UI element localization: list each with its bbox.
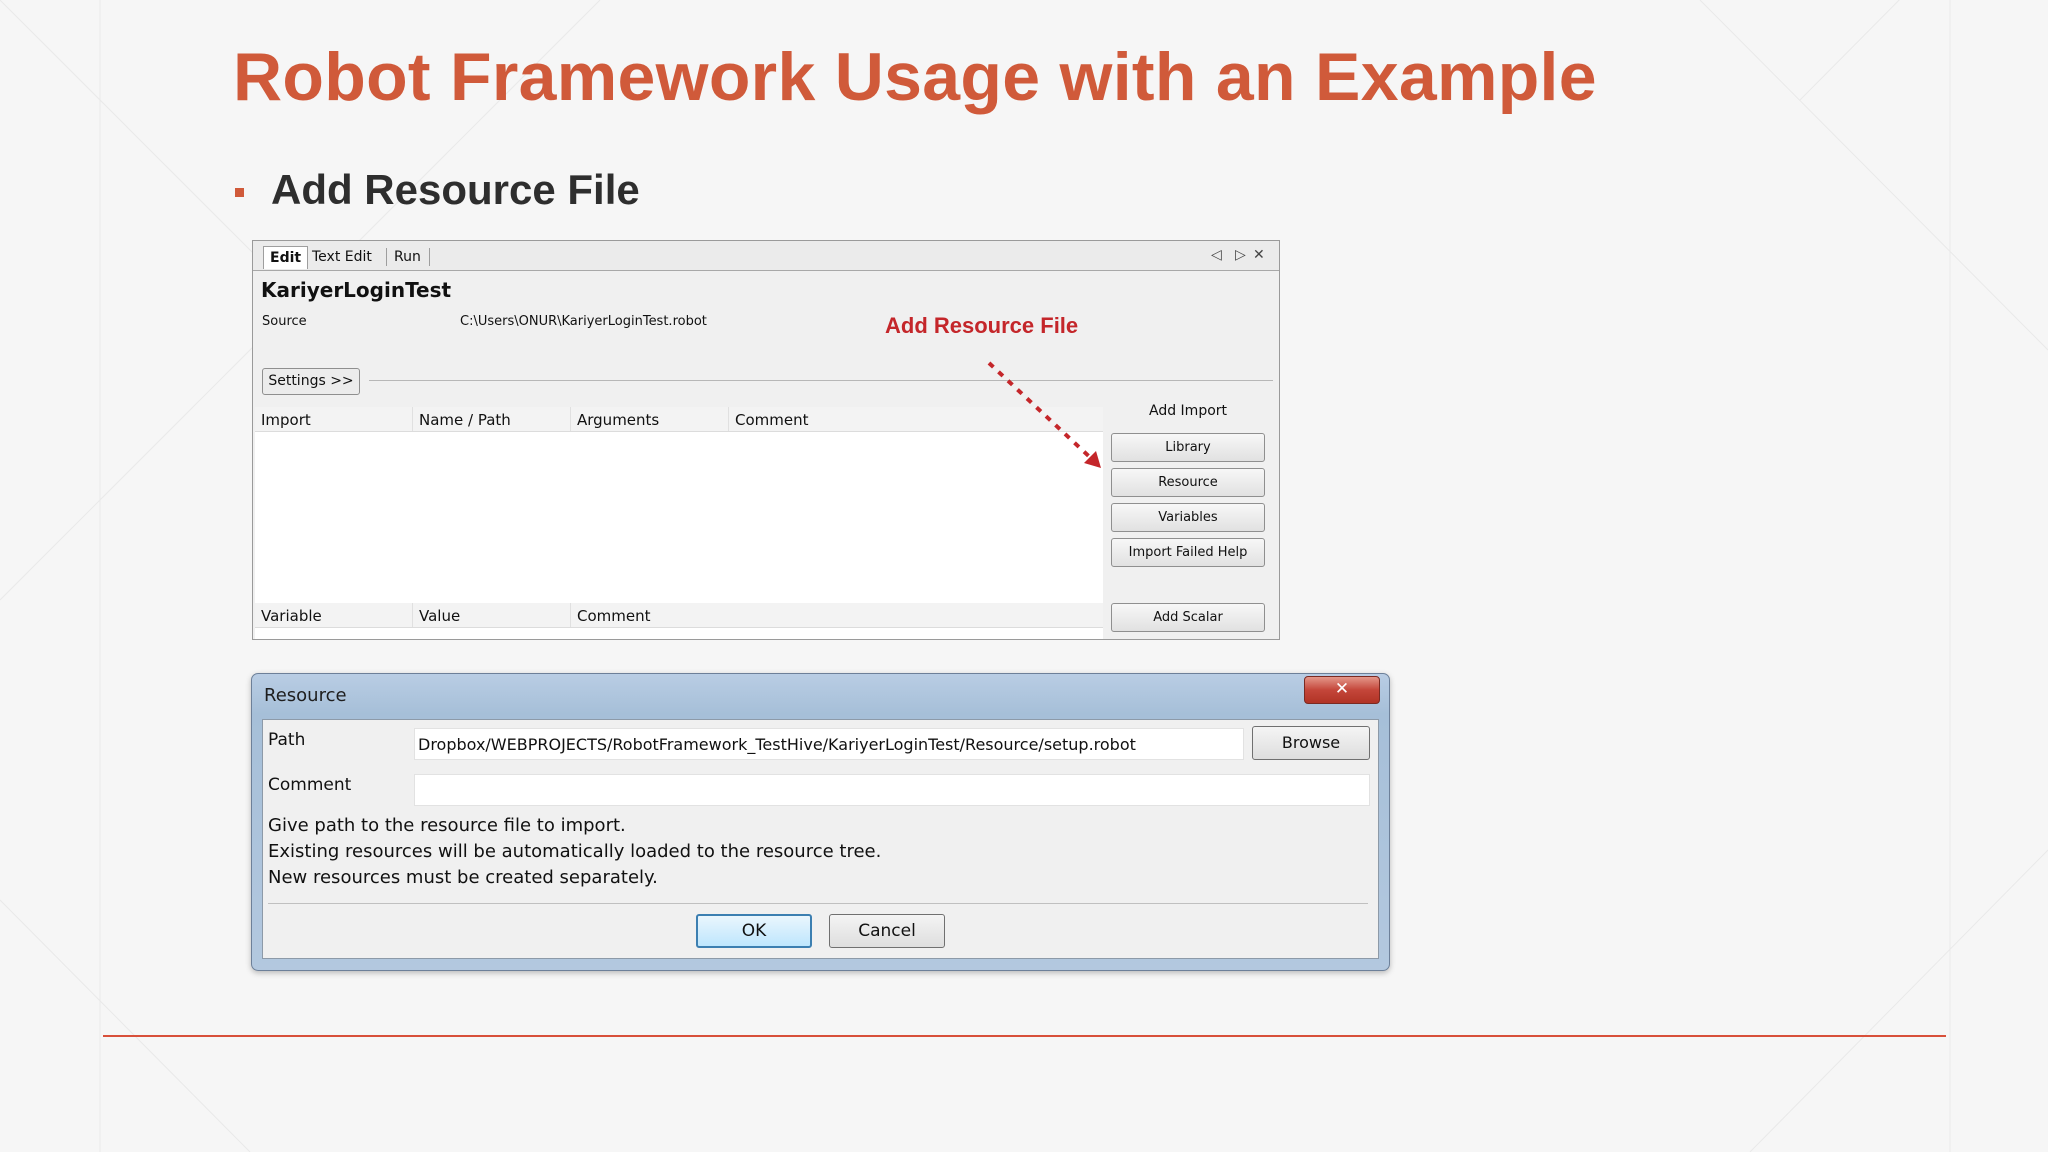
resource-dialog: Resource ✕ Path Browse Comment Give path… bbox=[251, 673, 1390, 971]
settings-button[interactable]: Settings >> bbox=[262, 368, 360, 395]
chevron-left-icon[interactable]: ◁ bbox=[1211, 247, 1222, 263]
help-text-line: Existing resources will be automatically… bbox=[268, 841, 882, 862]
column-header-variable: Variable bbox=[261, 607, 322, 625]
chevron-right-icon[interactable]: ▷ bbox=[1235, 247, 1246, 263]
settings-divider bbox=[369, 380, 1273, 381]
footer-divider bbox=[103, 1035, 1946, 1037]
variables-button[interactable]: Variables bbox=[1111, 503, 1265, 532]
resource-button[interactable]: Resource bbox=[1111, 468, 1265, 497]
add-scalar-button[interactable]: Add Scalar bbox=[1111, 603, 1265, 632]
editor-panel: Edit Text Edit Run ◁ ▷ ✕ KariyerLoginTes… bbox=[252, 240, 1280, 640]
column-header-name-path: Name / Path bbox=[419, 411, 511, 429]
close-icon[interactable]: ✕ bbox=[1304, 676, 1380, 704]
bullet-heading: Add Resource File bbox=[271, 166, 640, 213]
tab-text-edit[interactable]: Text Edit bbox=[306, 246, 378, 268]
slide-title: Robot Framework Usage with an Example bbox=[233, 39, 1597, 115]
import-failed-help-button[interactable]: Import Failed Help bbox=[1111, 538, 1265, 567]
tab-separator bbox=[386, 248, 387, 266]
dialog-title: Resource bbox=[264, 685, 347, 706]
tab-edit[interactable]: Edit bbox=[263, 246, 309, 269]
ok-button[interactable]: OK bbox=[696, 914, 812, 948]
comment-input[interactable] bbox=[414, 774, 1370, 806]
column-header-comment: Comment bbox=[735, 411, 809, 429]
add-import-label: Add Import bbox=[1149, 403, 1228, 419]
help-text-line: New resources must be created separately… bbox=[268, 867, 658, 888]
column-separator bbox=[570, 407, 571, 431]
column-header-variable-comment: Comment bbox=[577, 607, 651, 625]
tab-run[interactable]: Run bbox=[388, 246, 427, 268]
import-grid-header: Import Name / Path Arguments Comment bbox=[255, 407, 1103, 432]
column-header-arguments: Arguments bbox=[577, 411, 660, 429]
bullet-marker bbox=[235, 188, 244, 197]
column-separator bbox=[412, 603, 413, 627]
callout-label: Add Resource File bbox=[885, 313, 1079, 338]
browse-button[interactable]: Browse bbox=[1252, 726, 1370, 760]
source-path: C:\Users\ONUR\KariyerLoginTest.robot bbox=[460, 314, 707, 329]
path-input[interactable] bbox=[414, 728, 1244, 760]
tab-separator bbox=[429, 248, 430, 266]
help-text-line: Give path to the resource file to import… bbox=[268, 815, 626, 836]
close-icon[interactable]: ✕ bbox=[1253, 247, 1265, 263]
dialog-divider bbox=[268, 903, 1368, 904]
library-button[interactable]: Library bbox=[1111, 433, 1265, 462]
source-label: Source bbox=[262, 314, 307, 329]
column-header-value: Value bbox=[419, 607, 461, 625]
editor-tab-bar: Edit Text Edit Run ◁ ▷ ✕ bbox=[253, 241, 1279, 271]
column-separator bbox=[570, 603, 571, 627]
column-separator bbox=[412, 407, 413, 431]
variable-grid-header: Variable Value Comment bbox=[255, 603, 1103, 628]
comment-label: Comment bbox=[268, 775, 352, 795]
dialog-body: Path Browse Comment Give path to the res… bbox=[262, 719, 1379, 959]
test-suite-name: KariyerLoginTest bbox=[261, 278, 452, 302]
column-separator bbox=[728, 407, 729, 431]
column-header-import: Import bbox=[261, 411, 311, 429]
cancel-button[interactable]: Cancel bbox=[829, 914, 945, 948]
import-grid[interactable]: Import Name / Path Arguments Comment Var… bbox=[255, 407, 1103, 639]
path-label: Path bbox=[268, 730, 306, 750]
